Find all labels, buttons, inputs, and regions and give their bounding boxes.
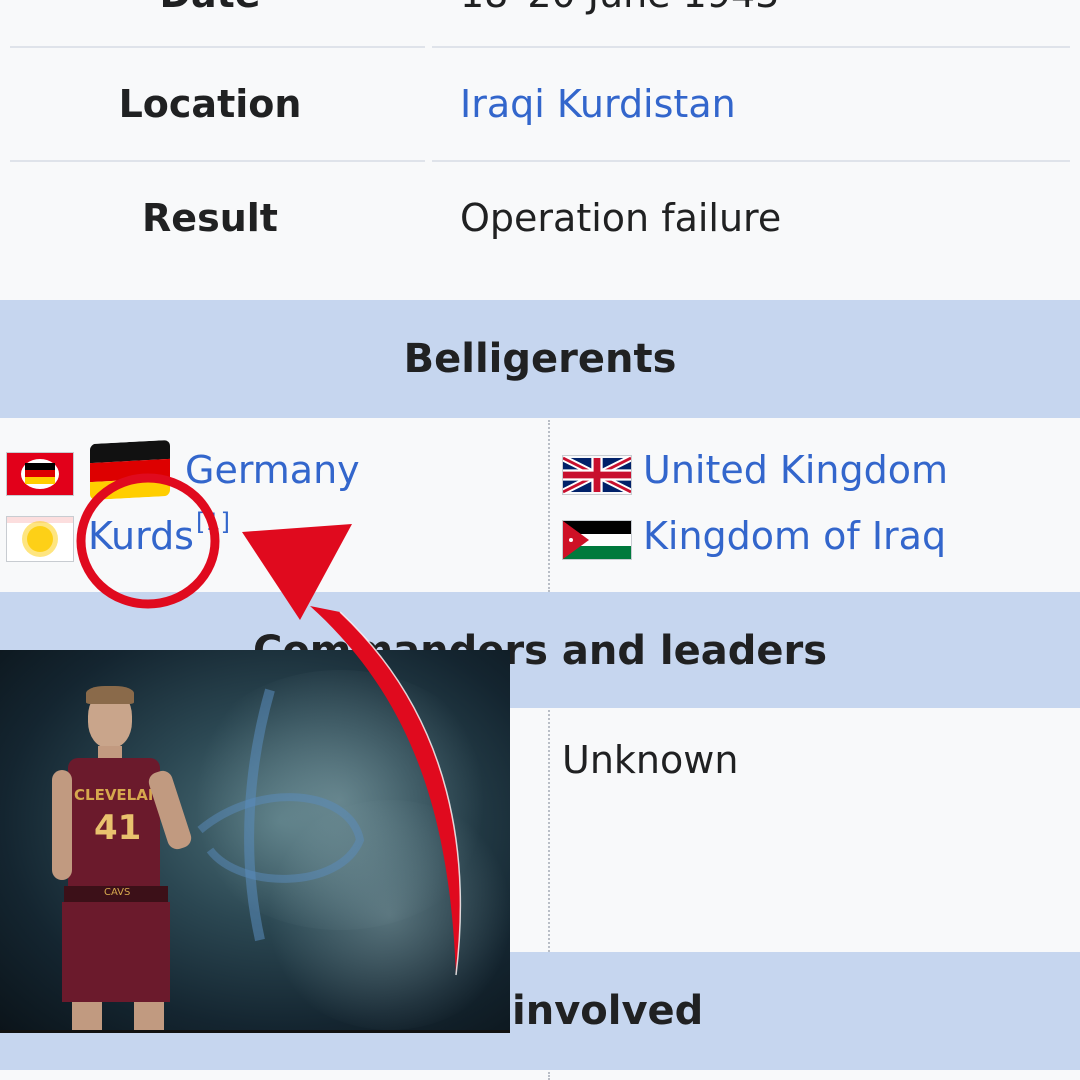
highlight-circle (76, 473, 220, 609)
arrow-head-icon (242, 524, 352, 620)
annotation-overlay (76, 473, 462, 976)
